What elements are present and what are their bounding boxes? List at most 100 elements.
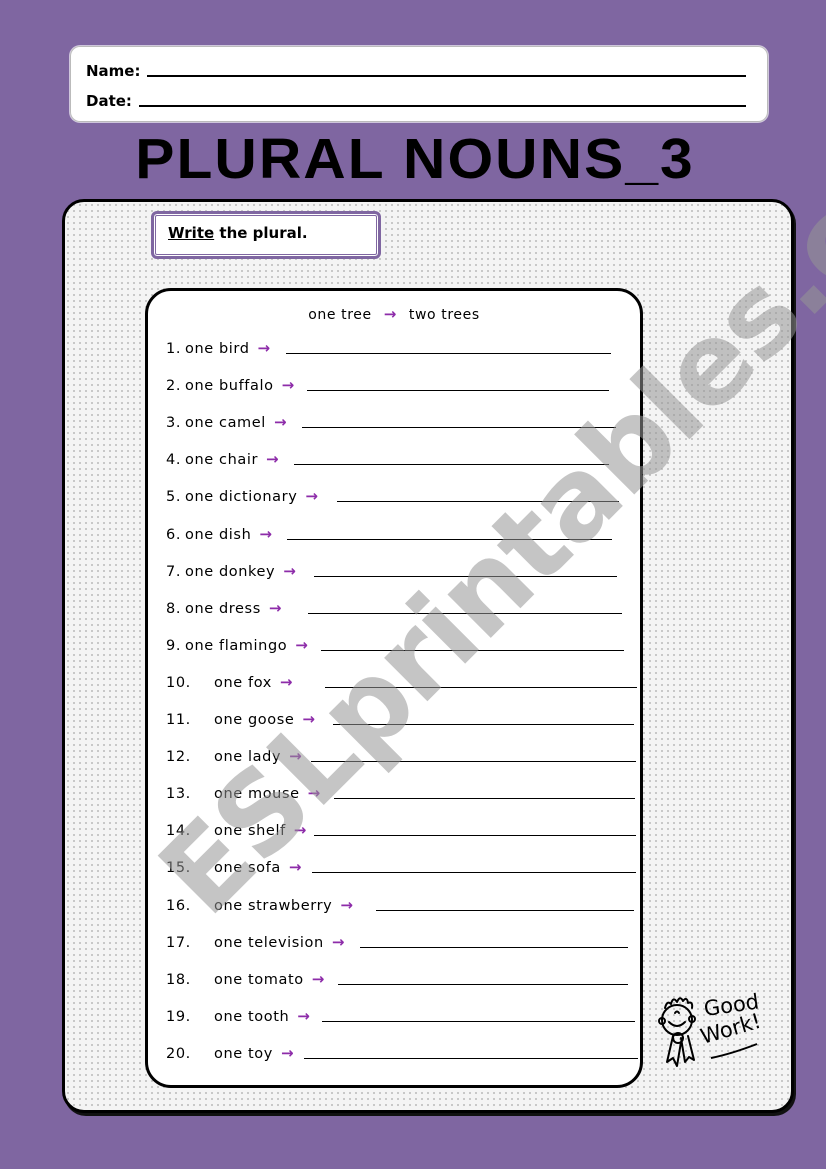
- item-number: 13.: [166, 786, 191, 803]
- exercise-item: 12. one lady →: [166, 745, 636, 766]
- item-number: 16.: [166, 897, 191, 914]
- example-plural: two trees: [408, 307, 480, 323]
- arrow-right-icon: →: [293, 821, 307, 840]
- arrow-right-icon: →: [305, 487, 319, 506]
- item-number: 19.: [166, 1008, 191, 1025]
- answer-field[interactable]: [321, 649, 624, 651]
- item-number: 4.: [166, 452, 182, 469]
- date-label: Date:: [86, 92, 132, 110]
- exercise-item: 2. one buffalo →: [166, 374, 628, 394]
- item-number: 2.: [166, 378, 182, 395]
- exercise-box: one tree → two trees 1. one bird → 2. one buff…: [145, 288, 764, 1088]
- item-number: 17.: [166, 934, 191, 951]
- page-title: PLURAL NOUNS_3: [135, 127, 695, 191]
- arrow-right-icon: →: [307, 784, 321, 803]
- answer-field[interactable]: [312, 872, 636, 874]
- item-number: 18.: [166, 971, 191, 988]
- arrow-right-icon: →: [311, 969, 325, 988]
- answer-field[interactable]: [287, 538, 612, 540]
- arrow-right-icon: →: [257, 339, 271, 357]
- sticker-ribbon: [666, 1035, 695, 1067]
- sticker-smile: [668, 1021, 686, 1027]
- answer-field[interactable]: [311, 761, 636, 763]
- example-singular: one tree: [308, 307, 372, 323]
- arrow-right-icon: →: [340, 895, 354, 914]
- answer-field[interactable]: [304, 1057, 638, 1059]
- answer-field[interactable]: [360, 946, 628, 948]
- item-noun: one dish: [185, 526, 252, 543]
- arrow-right-icon: →: [279, 672, 294, 691]
- answer-field[interactable]: [333, 724, 634, 725]
- item-noun: one dress: [185, 600, 261, 617]
- arrow-right-icon: →: [273, 413, 288, 432]
- exercise-item: 11. one goose →: [166, 708, 634, 728]
- item-noun: one toy: [214, 1045, 273, 1062]
- answer-field[interactable]: [286, 353, 611, 354]
- item-number: 6.: [166, 526, 182, 543]
- instruction-rest: the plural.: [214, 224, 308, 242]
- item-number: 3.: [166, 415, 182, 432]
- item-noun: one camel: [185, 415, 266, 432]
- answer-field[interactable]: [325, 686, 637, 688]
- item-noun: one donkey: [185, 563, 276, 580]
- exercise-item: 4. one chair →: [166, 448, 628, 468]
- answer-field[interactable]: [376, 909, 634, 911]
- arrow-right-icon: →: [283, 561, 297, 580]
- exercise-item: 8. one dress →: [166, 597, 628, 617]
- answer-field[interactable]: [307, 390, 609, 392]
- arrow-right-icon: →: [259, 524, 273, 543]
- item-noun: one strawberry: [214, 897, 333, 914]
- item-number: 1.: [166, 341, 182, 357]
- exercise-item: 1. one bird →: [166, 337, 628, 357]
- instruction-text: Write the plural.: [168, 224, 308, 242]
- item-number: 11.: [166, 712, 191, 728]
- worksheet-panel: Write the plural. one tree → two trees 1. o…: [62, 199, 794, 1113]
- item-number: 5.: [166, 489, 182, 506]
- exercise-item: 10. one fox →: [166, 671, 637, 691]
- date-field[interactable]: [138, 105, 746, 107]
- item-noun: one bird: [185, 341, 250, 357]
- name-field[interactable]: [147, 75, 746, 77]
- sticker-face: [661, 1004, 693, 1036]
- item-noun: one goose: [214, 712, 295, 728]
- arrow-right-icon: →: [297, 1006, 311, 1025]
- arrow-right-icon: →: [302, 710, 316, 728]
- item-noun: one flamingo: [185, 637, 288, 654]
- item-noun: one dictionary: [185, 489, 298, 506]
- arrow-right-icon: →: [281, 376, 295, 395]
- example-line: one tree → two trees: [148, 305, 640, 323]
- answer-field[interactable]: [314, 835, 636, 837]
- good-work-sticker: Good Work!: [658, 989, 764, 1067]
- exercise-item: 17. one television →: [166, 931, 628, 951]
- item-noun: one sofa: [214, 860, 281, 877]
- answer-field[interactable]: [322, 1020, 635, 1022]
- answer-field[interactable]: [308, 612, 622, 614]
- item-noun: one lady: [214, 749, 282, 766]
- exercise-item: 16. one strawberry →: [166, 894, 634, 914]
- arrow-right-icon: →: [268, 598, 283, 617]
- item-number: 10.: [166, 674, 191, 691]
- item-number: 15.: [166, 860, 191, 877]
- name-label: Name:: [86, 62, 141, 80]
- instruction-box: Write the plural.: [151, 211, 381, 259]
- exercise-item: 14. one shelf →: [166, 819, 636, 840]
- answer-field[interactable]: [337, 501, 619, 503]
- item-noun: one chair: [185, 452, 259, 469]
- answer-field[interactable]: [294, 464, 609, 466]
- answer-field[interactable]: [302, 427, 616, 429]
- item-noun: one fox: [214, 674, 272, 691]
- answer-field[interactable]: [338, 983, 628, 985]
- arrow-right-icon: →: [289, 747, 303, 766]
- instruction-verb: Write: [168, 224, 215, 242]
- name-field-row: Name:: [86, 58, 746, 80]
- item-noun: one buffalo: [185, 378, 274, 395]
- date-field-row: Date:: [86, 88, 746, 110]
- exercise-item: 9. one flamingo →: [166, 634, 628, 654]
- exercise-item: 5. one dictionary →: [166, 485, 628, 505]
- answer-field[interactable]: [314, 575, 617, 577]
- arrow-right-icon: →: [266, 450, 280, 469]
- name-date-box: Name: Date:: [70, 46, 768, 122]
- answer-field[interactable]: [334, 798, 635, 800]
- arrow-right-icon: →: [383, 305, 397, 323]
- exercise-item: 20. one toy →: [166, 1042, 638, 1062]
